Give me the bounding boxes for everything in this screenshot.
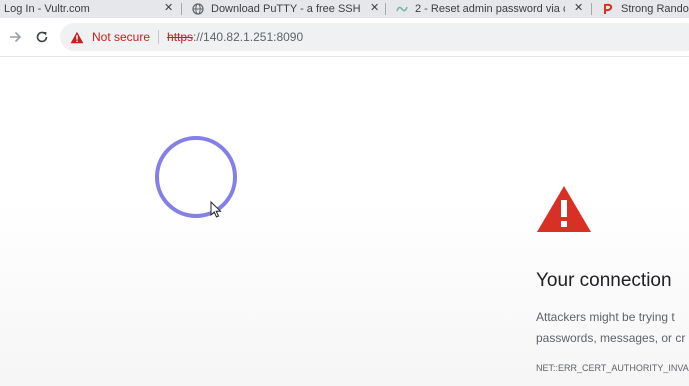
tab-reset-password[interactable]: 2 - Reset admin password via co ✕ <box>396 0 592 18</box>
tab-strong-random[interactable]: Strong Randon <box>602 0 689 18</box>
error-description-line-1: Attackers might be trying t <box>536 310 675 324</box>
warning-triangle-icon <box>537 186 591 232</box>
url-text[interactable]: https://140.82.1.251:8090 <box>167 30 303 44</box>
tab-title: 2 - Reset admin password via co <box>415 3 565 15</box>
tab-title: Log In - Vultr.com <box>4 3 90 15</box>
forward-button[interactable] <box>4 26 26 48</box>
click-highlight-ring <box>155 136 237 218</box>
tab-strip: Log In - Vultr.com ✕ Download PuTTY - a … <box>0 0 689 18</box>
omnibox[interactable]: Not secure https://140.82.1.251:8090 <box>60 23 689 51</box>
omnibox-divider <box>158 30 160 44</box>
tab-separator <box>591 3 592 15</box>
globe-icon <box>192 3 204 15</box>
error-heading: Your connection <box>536 270 672 291</box>
close-icon[interactable]: ✕ <box>574 1 583 14</box>
tab-vultr-login[interactable]: Log In - Vultr.com ✕ <box>4 0 182 18</box>
browser-toolbar: Not secure https://140.82.1.251:8090 <box>0 18 689 57</box>
close-icon[interactable]: ✕ <box>370 1 379 14</box>
page-favicon <box>396 6 408 12</box>
tab-title: Download PuTTY - a free SSH an <box>211 3 361 15</box>
url-scheme: https <box>167 30 194 44</box>
tab-putty[interactable]: Download PuTTY - a free SSH an ✕ <box>192 0 386 18</box>
tab-separator <box>385 3 386 15</box>
tab-title: Strong Randon <box>621 3 689 15</box>
error-code: NET::ERR_CERT_AUTHORITY_INVA <box>536 363 689 373</box>
url-host: ://140.82.1.251:8090 <box>193 30 304 44</box>
error-description-line-2: passwords, messages, or cr <box>536 331 686 345</box>
mouse-cursor-icon <box>210 201 222 218</box>
reload-button[interactable] <box>31 26 53 48</box>
tab-separator <box>181 3 182 15</box>
arrow-right-icon <box>10 31 22 43</box>
security-status[interactable]: Not secure <box>92 30 150 44</box>
p-logo-favicon <box>604 3 613 14</box>
warning-icon[interactable] <box>70 31 84 44</box>
reload-icon <box>36 31 48 43</box>
close-icon[interactable]: ✕ <box>164 1 173 14</box>
